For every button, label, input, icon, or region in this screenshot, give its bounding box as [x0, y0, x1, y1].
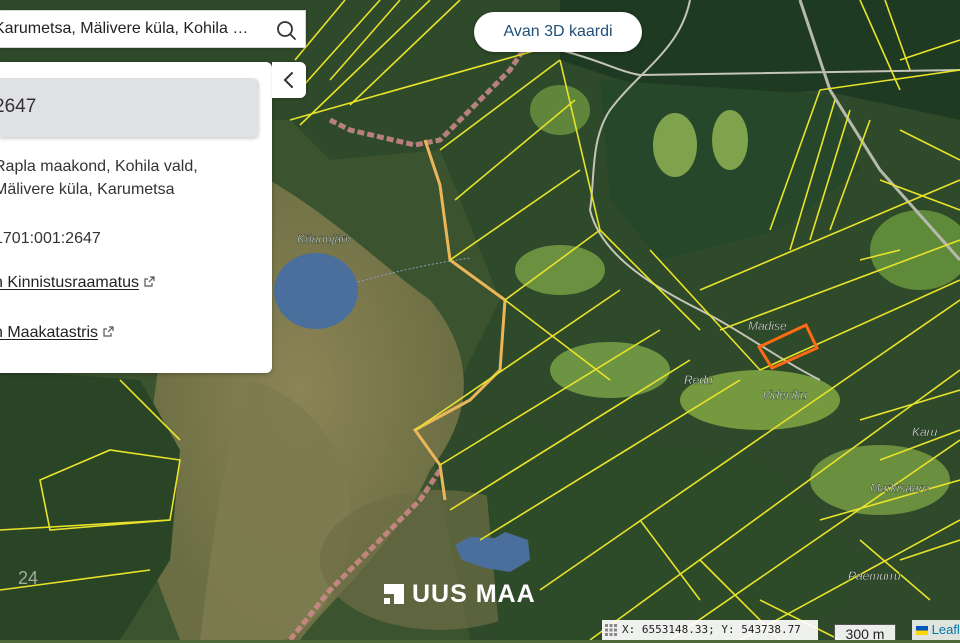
ukraine-flag-icon: [916, 626, 928, 635]
search-button[interactable]: [273, 17, 299, 43]
leaflet-attribution[interactable]: Leaflet: [912, 620, 960, 640]
search-box: [0, 10, 306, 48]
cadastre-link-label: n Maakatastris: [0, 324, 99, 341]
panel-header: 2647: [0, 78, 259, 137]
land-register-link-label: n Kinnistusraamatus: [0, 274, 139, 291]
map-label-karu: Karu: [912, 425, 938, 439]
panel-title: 2647: [0, 96, 37, 117]
coordinates-text: X: 6553148.33; Y: 543738.77: [622, 623, 801, 636]
map-label-markisaare: Markisaare: [870, 481, 930, 495]
attribution-link[interactable]: Leaflet: [932, 622, 960, 637]
search-input[interactable]: [0, 20, 256, 38]
cadastre-link[interactable]: n Maakatastris: [0, 324, 114, 342]
address-line-2: Mälivere küla, Karumetsa: [0, 181, 175, 198]
zoom-level-badge: 24: [18, 568, 39, 588]
coordinates-readout: X: 6553148.33; Y: 543738.77: [602, 620, 818, 640]
lake-konnujarv: [274, 253, 358, 329]
land-register-link[interactable]: n Kinnistusraamatus: [0, 274, 155, 292]
grip-icon: [605, 624, 617, 636]
map-label-paemurru: Paemurru: [848, 569, 901, 583]
scale-bar: 300 m: [834, 624, 896, 642]
watermark-text: UUS MAA: [412, 580, 536, 608]
map-label-redu: Redu: [684, 373, 713, 387]
address-line-1: Rapla maakond, Kohila vald,: [0, 158, 198, 175]
parcel-info-panel: 2647 Rapla maakond, Kohila vald, Mäliver…: [0, 62, 272, 373]
search-icon: [277, 21, 296, 40]
map-label-videviku: Videviku: [762, 388, 807, 402]
map-label-madise: Madise: [748, 319, 787, 333]
map-label-lake: Kõnnujärv: [297, 232, 352, 246]
external-link-icon: [144, 276, 155, 287]
chevron-left-icon: [283, 72, 293, 88]
open-3d-map-button[interactable]: Avan 3D kaardi: [474, 12, 642, 52]
collapse-panel-button[interactable]: [272, 62, 306, 98]
external-link-icon: [103, 326, 114, 337]
cadastre-code: 1701:001:2647: [0, 230, 101, 247]
